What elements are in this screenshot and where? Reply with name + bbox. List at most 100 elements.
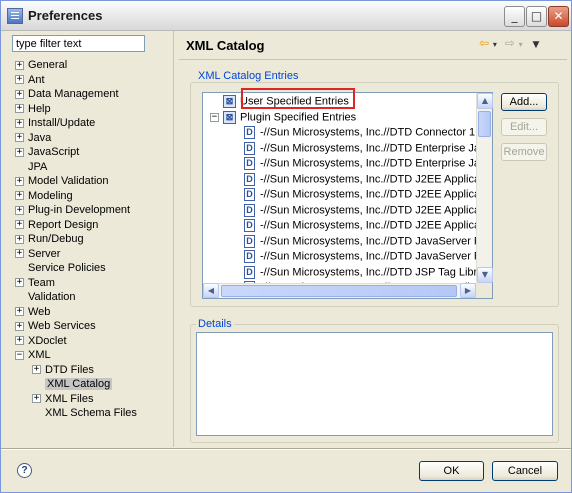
tree-item[interactable]: + Data Management [15, 88, 119, 102]
tree-item-label: XML Files [45, 392, 94, 405]
vertical-scrollbar[interactable]: ▲ ▼ [476, 93, 493, 283]
tree-item-label: Model Validation [28, 175, 109, 188]
expand-toggle-icon[interactable]: + [15, 205, 24, 215]
catalog-entry[interactable]: D -//Sun Microsystems, Inc.//DTD JavaServ… [244, 250, 492, 265]
close-button[interactable]: ✕ [548, 6, 569, 27]
catalog-entry[interactable]: D -//Sun Microsystems, Inc.//DTD J2EE App… [244, 188, 492, 203]
expand-toggle-icon[interactable]: + [32, 365, 41, 375]
back-menu-icon[interactable]: ▾ [493, 40, 497, 49]
expand-toggle-icon[interactable]: + [15, 307, 24, 317]
tree-item[interactable]: + JavaScript [15, 146, 79, 160]
catalog-entry-label: -//Sun Microsystems, Inc.//DTD J2EE Appl… [260, 219, 493, 232]
tree-item[interactable]: XML Catalog [32, 378, 113, 392]
expand-toggle-icon[interactable]: + [15, 89, 24, 99]
tree-item[interactable]: + Server [15, 248, 60, 262]
filter-input[interactable] [12, 35, 145, 52]
expand-toggle-icon[interactable]: + [15, 60, 24, 70]
dtd-file-icon: D [244, 188, 255, 201]
tree-item[interactable]: + Install/Update [15, 117, 95, 131]
ok-button[interactable]: OK [419, 461, 484, 481]
horizontal-scrollbar[interactable]: ◀ ▶ [203, 283, 476, 298]
minimize-button[interactable]: _ [504, 6, 525, 27]
expand-toggle-icon[interactable]: + [15, 336, 24, 346]
scroll-down-icon[interactable]: ▼ [477, 267, 493, 283]
maximize-button[interactable]: □ [526, 6, 547, 27]
expand-toggle-icon[interactable]: + [15, 249, 24, 259]
expand-toggle-icon[interactable]: + [15, 176, 24, 186]
expand-toggle-icon[interactable]: + [15, 133, 24, 143]
scroll-left-icon[interactable]: ◀ [203, 283, 219, 298]
catalog-entry[interactable]: D -//Sun Microsystems, Inc.//DTD Connecto… [244, 126, 492, 141]
scroll-up-icon[interactable]: ▲ [477, 93, 493, 109]
expand-toggle-icon[interactable]: + [15, 234, 24, 244]
dtd-file-icon: D [244, 141, 255, 155]
catalog-entry[interactable]: D -//Sun Microsystems, Inc.//DTD JSP Tag … [244, 265, 493, 281]
expand-toggle-icon[interactable]: − [15, 350, 24, 360]
catalog-entry-label: -//Sun Microsystems, Inc.//DTD JavaServe… [260, 235, 493, 247]
tree-item-label: Help [28, 102, 51, 115]
expand-toggle-icon[interactable]: + [15, 75, 24, 85]
expand-toggle-icon[interactable]: + [15, 278, 24, 288]
tree-item-label: Data Management [28, 88, 119, 101]
remove-button[interactable]: Remove [501, 143, 547, 161]
expand-toggle-icon[interactable]: + [32, 394, 41, 404]
tree-item[interactable]: + Model Validation [15, 175, 109, 189]
tree-item[interactable]: + General [15, 59, 67, 73]
tree-item[interactable]: JPA [15, 161, 47, 175]
expand-toggle-icon[interactable]: + [15, 191, 24, 201]
catalog-entry[interactable]: D -//Sun Microsystems, Inc.//DTD JavaServ… [244, 234, 493, 250]
expand-toggle-icon[interactable]: + [15, 147, 24, 157]
expand-toggle-icon[interactable]: − [210, 112, 219, 122]
header-separator [179, 59, 567, 60]
forward-menu-icon[interactable]: ▾ [519, 40, 523, 49]
tree-item[interactable]: − XML [15, 349, 51, 363]
catalog-category[interactable]: − ⊠ Plugin Specified Entries [210, 110, 356, 126]
tree-item[interactable]: + Web Services [15, 320, 96, 334]
catalog-entry[interactable]: D -//Sun Microsystems, Inc.//DTD J2EE App… [244, 219, 493, 234]
tree-item[interactable]: + Java [15, 132, 51, 146]
catalog-entry[interactable]: D -//Sun Microsystems, Inc.//DTD Enterpri… [244, 141, 492, 157]
expand-toggle-icon[interactable]: + [15, 220, 24, 230]
tree-item-label: Ant [28, 73, 45, 86]
edit-button[interactable]: Edit... [501, 118, 547, 136]
tree-item[interactable]: + XML Files [32, 393, 94, 407]
expand-toggle-icon[interactable]: + [15, 321, 24, 331]
dtd-file-icon: D [244, 265, 255, 279]
vertical-scroll-thumb[interactable] [478, 111, 491, 137]
tree-item-label: Service Policies [28, 262, 106, 275]
panel-splitter[interactable] [173, 31, 174, 447]
catalog-entry[interactable]: D -//Sun Microsystems, Inc.//DTD J2EE App… [244, 172, 492, 188]
expand-toggle-icon[interactable]: + [15, 118, 24, 128]
tree-item-label: XML Catalog [45, 378, 113, 391]
cancel-button[interactable]: Cancel [492, 461, 558, 481]
catalog-entry[interactable]: D -//Sun Microsystems, Inc.//DTD Enterpri… [244, 157, 492, 172]
details-label: Details [196, 318, 234, 330]
tree-item[interactable]: + Ant [15, 74, 45, 88]
tree-item[interactable]: + Web [15, 306, 50, 320]
forward-icon[interactable]: ⇨ [505, 36, 515, 50]
tree-item[interactable]: + Modeling [15, 190, 73, 204]
back-icon[interactable]: ⇦ [479, 36, 489, 50]
tree-item[interactable]: Service Policies [15, 262, 106, 276]
view-menu-icon[interactable]: ▼ [532, 40, 539, 50]
tree-item[interactable]: Validation [15, 291, 76, 305]
tree-item[interactable]: XML Schema Files [32, 407, 137, 421]
tree-item[interactable]: + Team [15, 277, 55, 291]
add-button[interactable]: Add... [501, 93, 547, 111]
tree-item[interactable]: + Help [15, 103, 51, 117]
tree-item[interactable]: + Plug-in Development [15, 204, 130, 218]
catalog-entries-label: XML Catalog Entries [196, 70, 301, 82]
catalog-entries-tree[interactable]: ⊠ User Specified Entries − ⊠ Plugin Specifie… [202, 92, 493, 299]
catalog-entry[interactable]: D -//Sun Microsystems, Inc.//DTD J2EE App… [244, 203, 492, 219]
tree-item[interactable]: + Run/Debug [15, 233, 84, 247]
horizontal-scroll-thumb[interactable] [221, 285, 457, 297]
tree-item[interactable]: + XDoclet [15, 335, 67, 349]
dtd-file-icon: D [244, 219, 255, 232]
tree-item[interactable]: + Report Design [15, 219, 98, 233]
scroll-right-icon[interactable]: ▶ [460, 283, 476, 298]
title-bar[interactable]: Preferences _ □ ✕ [1, 1, 571, 31]
help-icon[interactable]: ? [17, 463, 32, 478]
expand-toggle-icon[interactable]: + [15, 104, 24, 114]
tree-item[interactable]: + DTD Files [32, 364, 94, 378]
catalog-entry-label: -//Sun Microsystems, Inc.//DTD JSP Tag L… [260, 266, 493, 278]
